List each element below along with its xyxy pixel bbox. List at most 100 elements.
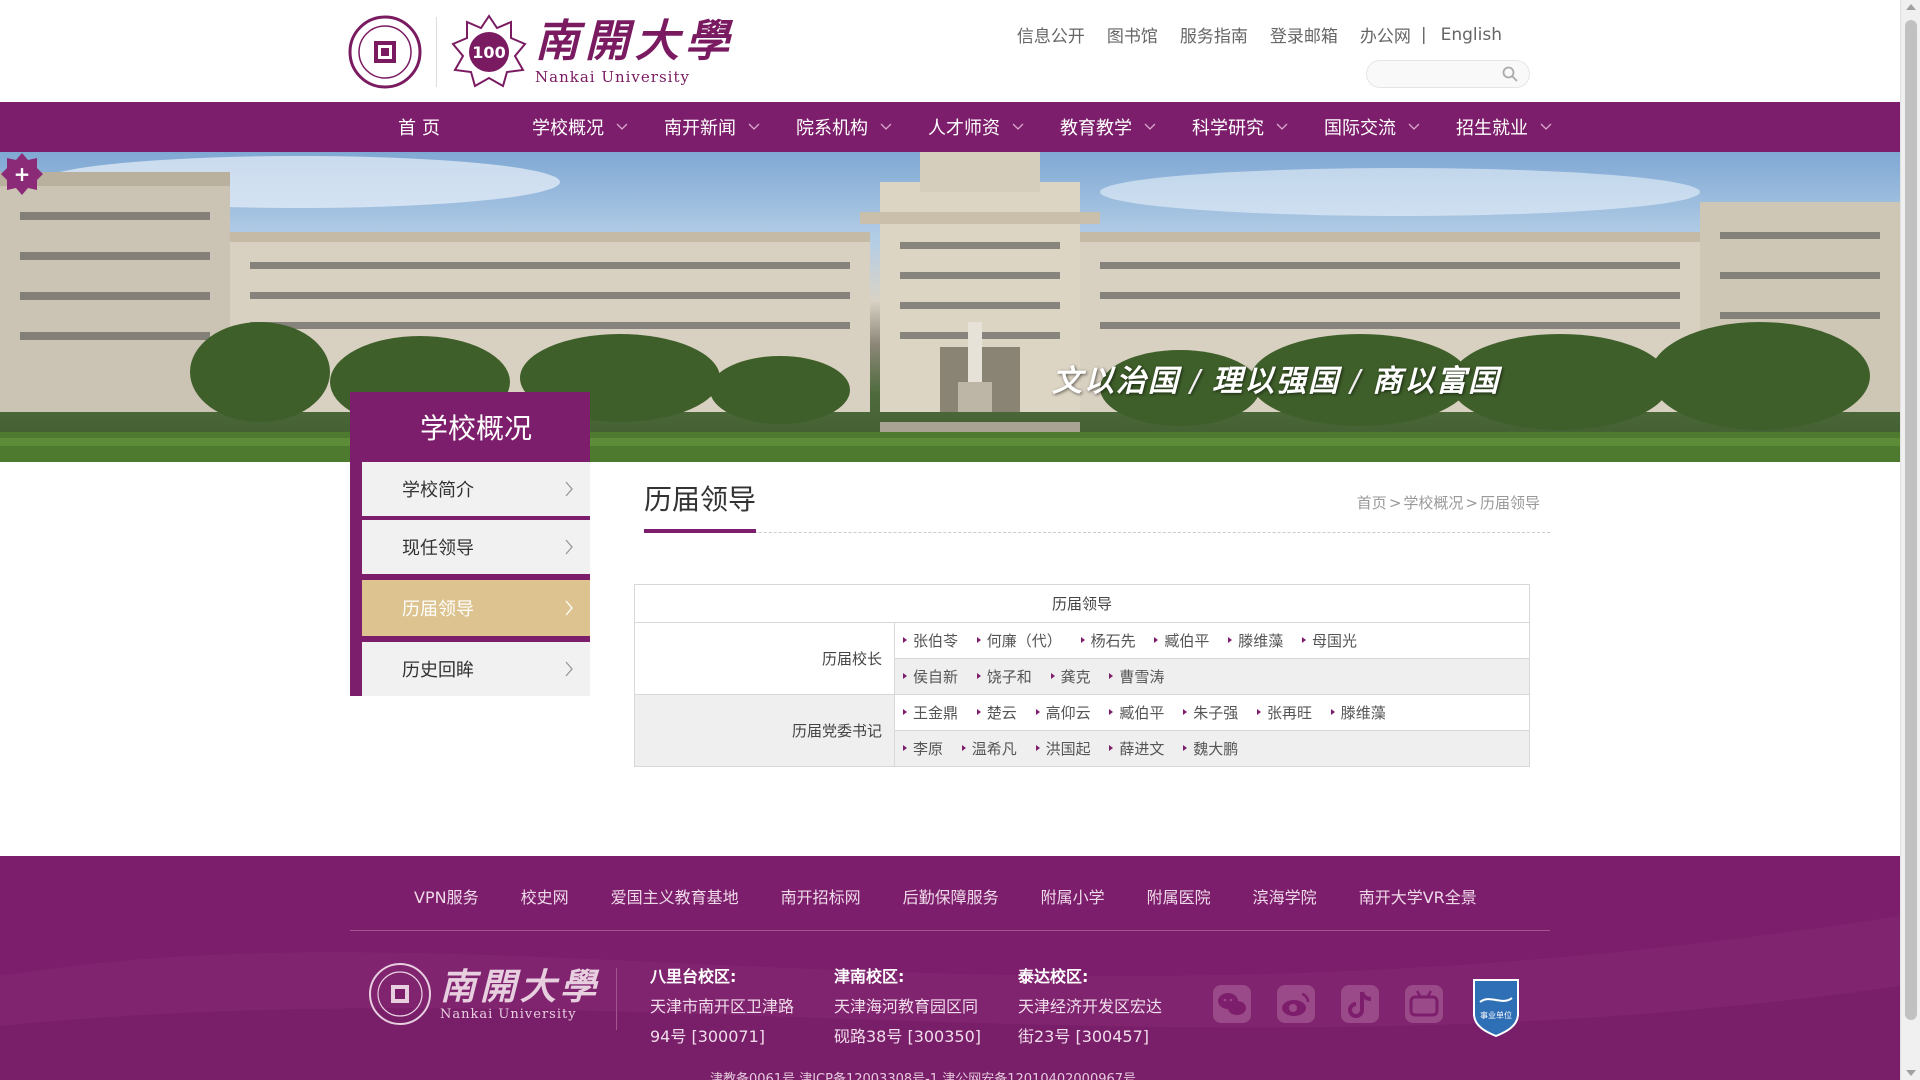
footer-vertical-divider	[616, 968, 617, 1030]
english-link[interactable]: English	[1441, 25, 1502, 45]
leader-name[interactable]: 楚云	[977, 702, 1017, 723]
names-cell: 李原 温希凡 洪国起 薛进文 魏大鹏	[894, 730, 1530, 767]
footer-logo: 南開大學 Nankai University	[368, 962, 600, 1026]
nav-label: 院系机构	[796, 118, 868, 139]
scrollbar[interactable]	[1900, 0, 1920, 1080]
campus-name: 八里台校区:	[650, 967, 737, 986]
leader-name[interactable]: 曹雪涛	[1109, 666, 1164, 687]
scroll-down-icon[interactable]	[1906, 1070, 1916, 1076]
banner-motto: 文以治国 / 理以强国 / 商以富国	[1052, 356, 1500, 400]
search-icon[interactable]	[1501, 65, 1519, 83]
scrollbar-thumb[interactable]	[1905, 20, 1917, 1020]
leader-name[interactable]: 何廉（代）	[977, 630, 1062, 651]
leader-name[interactable]: 温希凡	[962, 738, 1017, 759]
leader-name[interactable]: 朱子强	[1183, 702, 1238, 723]
footer-link-patriotic-base[interactable]: 爱国主义教育基地	[611, 884, 739, 908]
sidebar-item-introduction[interactable]: 学校简介	[362, 462, 590, 516]
wechat-icon[interactable]	[1212, 984, 1252, 1024]
campus-name: 泰达校区:	[1018, 967, 1089, 986]
leader-name[interactable]: 母国光	[1302, 630, 1357, 651]
breadcrumb-home[interactable]: 首页	[1357, 494, 1387, 512]
nav-item-news[interactable]: 南开新闻	[646, 102, 778, 152]
leader-name[interactable]: 魏大鹏	[1183, 738, 1238, 759]
footer-link-logistics[interactable]: 后勤保障服务	[903, 884, 999, 908]
chevron-down-icon	[1144, 123, 1156, 130]
table-header: 历届领导	[634, 584, 1530, 623]
weibo-icon[interactable]	[1276, 984, 1316, 1024]
breadcrumb-current[interactable]: 历届领导	[1480, 494, 1540, 512]
top-link-info[interactable]: 信息公开	[1017, 22, 1085, 47]
top-link-mail[interactable]: 登录邮箱	[1270, 22, 1338, 47]
sidebar-item-label: 历届领导	[402, 599, 474, 620]
leader-name[interactable]: 张伯苓	[903, 630, 958, 651]
nav-item-admissions[interactable]: 招生就业	[1438, 102, 1570, 152]
centennial-badge-icon: 100	[451, 14, 527, 88]
motto-separator: /	[1350, 364, 1363, 399]
university-seal-icon	[369, 963, 431, 1025]
leader-name[interactable]: 臧伯平	[1109, 702, 1164, 723]
footer-link-vpn[interactable]: VPN服务	[414, 884, 479, 908]
chevron-right-icon	[565, 600, 573, 616]
nav-item-international[interactable]: 国际交流	[1306, 102, 1438, 152]
leader-name[interactable]: 龚克	[1051, 666, 1091, 687]
breadcrumb-overview[interactable]: 学校概况	[1403, 494, 1463, 512]
nav-item-departments[interactable]: 院系机构	[778, 102, 910, 152]
campus-banner: 文以治国 / 理以强国 / 商以富国 +	[0, 152, 1900, 462]
nav-item-education[interactable]: 教育教学	[1042, 102, 1174, 152]
top-link-office[interactable]: 办公网	[1360, 22, 1411, 47]
footer-link-vr-tour[interactable]: 南开大学VR全景	[1359, 884, 1477, 908]
plus-icon: +	[14, 162, 31, 186]
leader-name[interactable]: 薛进文	[1109, 738, 1164, 759]
category-party-secretaries: 历届党委书记	[634, 694, 895, 767]
site-footer: VPN服务 校史网 爱国主义教育基地 南开招标网 后勤保障服务 附属小学 附属医…	[0, 856, 1900, 1080]
university-logo[interactable]: 100 南開大學 Nankai University	[348, 14, 735, 90]
bilibili-icon[interactable]	[1404, 984, 1444, 1024]
footer-link-hospital[interactable]: 附属医院	[1147, 884, 1211, 908]
nav-item-home[interactable]: 首页	[382, 102, 514, 152]
expand-plus-button[interactable]: +	[0, 152, 44, 196]
top-link-library[interactable]: 图书馆	[1107, 22, 1158, 47]
leader-name[interactable]: 高仰云	[1036, 702, 1091, 723]
search-input[interactable]	[1367, 61, 1497, 87]
nav-label: 人才师资	[928, 118, 1000, 139]
motto-part: 文以治国	[1052, 364, 1180, 399]
campus-address: 天津经济开发区宏达	[1018, 997, 1163, 1016]
motto-part: 商以富国	[1372, 364, 1501, 399]
campus-jinnan: 津南校区: 天津海河教育园区同 砚路38号 [300350]	[834, 962, 984, 1052]
category-presidents: 历届校长	[634, 622, 895, 695]
centennial-number: 100	[472, 43, 505, 62]
nav-item-overview[interactable]: 学校概况	[514, 102, 646, 152]
sidebar-item-label: 学校简介	[402, 480, 474, 501]
sidebar-title: 学校概况	[419, 412, 532, 445]
footer-link-tender[interactable]: 南开招标网	[781, 884, 861, 908]
footer-link-binhai-college[interactable]: 滨海学院	[1253, 884, 1317, 908]
campus-address: 砚路38号 [300350]	[834, 1027, 982, 1046]
leader-name[interactable]: 饶子和	[977, 666, 1032, 687]
nav-item-faculty[interactable]: 人才师资	[910, 102, 1042, 152]
sidebar-item-history[interactable]: 历史回眸	[362, 642, 590, 696]
public-institution-badge[interactable]: 事业单位	[1470, 976, 1522, 1038]
leader-name[interactable]: 臧伯平	[1154, 630, 1209, 651]
campus-address: 天津市南开区卫津路	[650, 997, 795, 1016]
footer-link-history-site[interactable]: 校史网	[521, 884, 569, 908]
campus-building-image	[0, 152, 1900, 462]
footer-logo-english: Nankai University	[440, 1006, 577, 1022]
scroll-up-icon[interactable]	[1906, 4, 1916, 10]
footer-links: VPN服务 校史网 爱国主义教育基地 南开招标网 后勤保障服务 附属小学 附属医…	[414, 884, 1519, 908]
nav-label: 首页	[398, 118, 446, 139]
leader-name[interactable]: 滕维藻	[1228, 630, 1283, 651]
leader-name[interactable]: 洪国起	[1036, 738, 1091, 759]
footer-link-primary-school[interactable]: 附属小学	[1041, 884, 1105, 908]
leader-name[interactable]: 李原	[903, 738, 943, 759]
leader-name[interactable]: 杨石先	[1081, 630, 1136, 651]
nav-item-research[interactable]: 科学研究	[1174, 102, 1306, 152]
leader-name[interactable]: 滕维藻	[1331, 702, 1386, 723]
leader-name[interactable]: 张再旺	[1257, 702, 1312, 723]
top-link-services[interactable]: 服务指南	[1180, 22, 1248, 47]
douyin-icon[interactable]	[1340, 984, 1380, 1024]
campus-address: 天津海河教育园区同	[834, 997, 979, 1016]
sidebar-item-current-leaders[interactable]: 现任领导	[362, 520, 590, 574]
leader-name[interactable]: 王金鼎	[903, 702, 958, 723]
sidebar-item-past-leaders[interactable]: 历届领导	[362, 580, 590, 636]
leader-name[interactable]: 侯自新	[903, 666, 958, 687]
